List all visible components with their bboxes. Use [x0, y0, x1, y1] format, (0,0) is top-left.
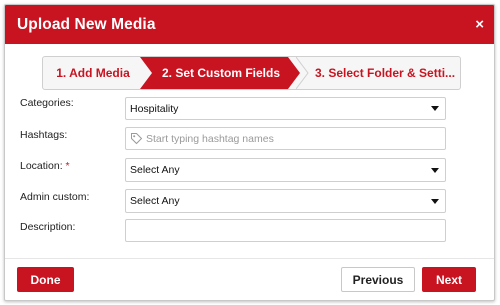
previous-button[interactable]: Previous	[341, 267, 415, 292]
hashtags-label: Hashtags:	[20, 129, 68, 141]
required-marker: *	[65, 160, 70, 172]
done-button[interactable]: Done	[17, 267, 74, 292]
admin-custom-select[interactable]: Select Any	[125, 189, 446, 213]
footer-divider	[5, 258, 494, 259]
hashtags-input[interactable]: Start typing hashtag names	[125, 127, 446, 150]
admin-custom-value: Select Any	[130, 195, 180, 207]
categories-select[interactable]: Hospitality	[125, 97, 446, 120]
tag-icon	[130, 132, 143, 145]
hashtags-placeholder: Start typing hashtag names	[146, 132, 274, 145]
location-select[interactable]: Select Any	[125, 158, 446, 182]
location-label-text: Location:	[20, 160, 63, 172]
location-value: Select Any	[130, 164, 180, 176]
categories-label: Categories:	[20, 97, 74, 109]
chevron-down-icon	[431, 106, 439, 111]
admin-custom-label: Admin custom:	[20, 191, 90, 203]
custom-fields-form: Categories: Hospitality Hashtags: Start …	[5, 5, 494, 300]
chevron-down-icon	[431, 167, 439, 173]
description-input[interactable]	[125, 219, 446, 242]
location-label: Location: *	[20, 160, 70, 172]
description-label: Description:	[20, 221, 76, 233]
next-button[interactable]: Next	[422, 267, 476, 292]
upload-media-dialog: Upload New Media × 1. Add Media 2. Set C…	[4, 4, 495, 301]
categories-value: Hospitality	[130, 102, 179, 115]
chevron-down-icon	[431, 198, 439, 204]
